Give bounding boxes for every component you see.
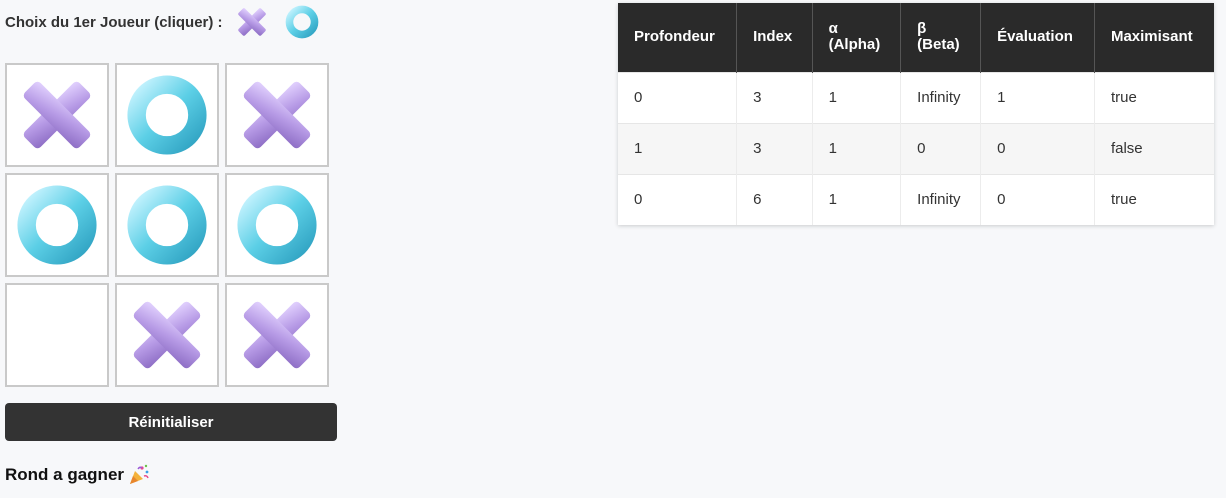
table-cell: 1 bbox=[812, 122, 902, 174]
table-cell: 1 bbox=[618, 122, 738, 174]
circle-icon bbox=[121, 179, 213, 271]
column-header: Maximisant bbox=[1094, 3, 1214, 72]
board-row bbox=[5, 173, 335, 277]
column-header: Profondeur bbox=[618, 3, 738, 72]
status-text: Rond a gagner bbox=[5, 465, 125, 484]
circle-icon bbox=[121, 69, 213, 161]
table-cell: Infinity bbox=[900, 71, 982, 123]
cross-icon bbox=[231, 289, 323, 381]
minimax-table: Profondeur Index α (Alpha) β (Beta) Évaluation… bbox=[618, 3, 1214, 225]
board-cell[interactable] bbox=[5, 63, 109, 167]
table-cell: 0 bbox=[618, 173, 738, 225]
board-row bbox=[5, 63, 335, 167]
table-cell: 0 bbox=[618, 71, 738, 123]
game-status: Rond a gagner bbox=[5, 463, 151, 487]
column-header: Index bbox=[736, 3, 813, 72]
table-cell: 1 bbox=[812, 173, 902, 225]
choose-cross-button[interactable] bbox=[233, 3, 271, 41]
board-row bbox=[5, 283, 335, 387]
table-cell: 0 bbox=[980, 122, 1095, 174]
cross-icon bbox=[233, 3, 271, 41]
table-row: 0 6 1 Infinity 0 true bbox=[618, 173, 1214, 225]
table-cell: 1 bbox=[812, 71, 902, 123]
board-cell[interactable] bbox=[115, 283, 219, 387]
board-cell[interactable] bbox=[115, 63, 219, 167]
table-cell: 0 bbox=[980, 173, 1095, 225]
board-cell[interactable] bbox=[225, 283, 329, 387]
table-cell: 3 bbox=[736, 122, 813, 174]
circle-icon bbox=[11, 179, 103, 271]
chooser-label: Choix du 1er Joueur (cliquer) : bbox=[5, 13, 223, 31]
column-header: β (Beta) bbox=[900, 3, 982, 72]
table-header-row: Profondeur Index α (Alpha) β (Beta) Évaluation… bbox=[618, 3, 1214, 72]
table-cell: Infinity bbox=[900, 173, 982, 225]
board-cell[interactable] bbox=[225, 173, 329, 277]
tic-tac-toe-board bbox=[5, 63, 335, 393]
table-cell: false bbox=[1094, 122, 1214, 174]
table-row: 0 3 1 Infinity 1 true bbox=[618, 71, 1214, 123]
table-cell: true bbox=[1094, 173, 1214, 225]
choose-circle-button[interactable] bbox=[283, 3, 321, 41]
column-header: α (Alpha) bbox=[812, 3, 902, 72]
circle-icon bbox=[283, 3, 321, 41]
board-cell[interactable] bbox=[5, 173, 109, 277]
table-body: 0 3 1 Infinity 1 true 1 3 1 0 0 false 0 6 1 Infinity 0 tr… bbox=[618, 71, 1214, 225]
board-cell[interactable] bbox=[5, 283, 109, 387]
table-cell: 6 bbox=[736, 173, 813, 225]
table-cell: 0 bbox=[900, 122, 982, 174]
game-panel: Choix du 1er Joueur (cliquer) : Réinitia… bbox=[5, 0, 337, 484]
table-cell: 3 bbox=[736, 71, 813, 123]
table-cell: 1 bbox=[980, 71, 1095, 123]
table-cell: true bbox=[1094, 71, 1214, 123]
cross-icon bbox=[121, 289, 213, 381]
column-header: Évaluation bbox=[980, 3, 1095, 72]
cross-icon bbox=[231, 69, 323, 161]
cross-icon bbox=[11, 69, 103, 161]
table-row: 1 3 1 0 0 false bbox=[618, 122, 1214, 174]
board-cell[interactable] bbox=[115, 173, 219, 277]
reset-button[interactable]: Réinitialiser bbox=[5, 403, 337, 441]
board-cell[interactable] bbox=[225, 63, 329, 167]
circle-icon bbox=[231, 179, 323, 271]
first-player-chooser: Choix du 1er Joueur (cliquer) : bbox=[5, 0, 337, 44]
party-popper-icon bbox=[130, 464, 149, 484]
